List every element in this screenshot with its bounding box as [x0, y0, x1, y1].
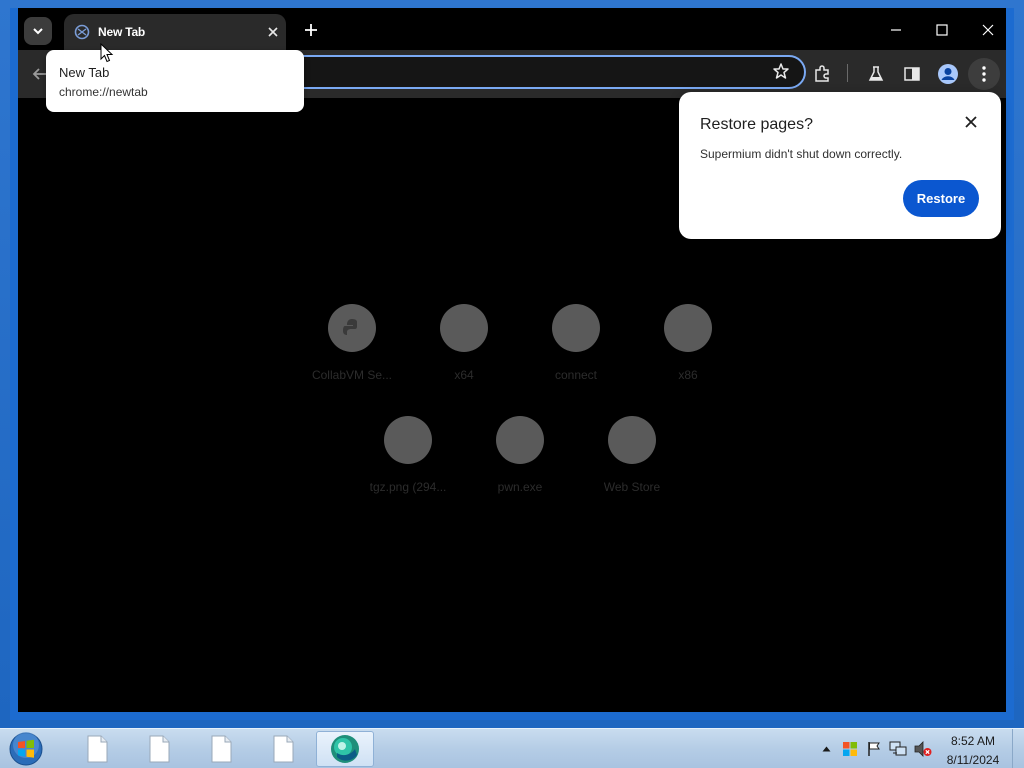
- shortcut-tile[interactable]: pwn.exe: [472, 416, 568, 512]
- profile-button[interactable]: [936, 62, 960, 86]
- toolbar-separator: [847, 64, 848, 82]
- tab-search-button[interactable]: [24, 17, 52, 45]
- tab-new-tab[interactable]: New Tab: [64, 14, 286, 50]
- minimize-button[interactable]: [878, 16, 914, 44]
- generic-site-icon: [496, 416, 544, 464]
- generic-site-icon: [608, 416, 656, 464]
- windows-start-orb-icon: [9, 732, 43, 766]
- clock-date: 8/11/2024: [946, 753, 1000, 767]
- maximize-icon: [936, 24, 948, 36]
- volume-muted-icon: [914, 741, 932, 757]
- dialog-close-button[interactable]: [961, 112, 981, 132]
- file-icon: [87, 735, 108, 763]
- file-icon: [273, 735, 294, 763]
- hover-card-title: New Tab: [59, 65, 110, 80]
- taskbar: 8:52 AM 8/11/2024: [0, 728, 1024, 768]
- labs-flask-icon: [868, 66, 884, 81]
- plus-icon: [305, 24, 317, 36]
- taskbar-item-file[interactable]: [192, 731, 250, 767]
- shortcut-tile[interactable]: x64: [416, 304, 512, 400]
- profile-icon: [938, 64, 958, 84]
- shortcut-label: x64: [454, 368, 474, 382]
- shortcut-label: x86: [678, 368, 698, 382]
- close-window-button[interactable]: [970, 16, 1006, 44]
- generic-site-icon: [664, 304, 712, 352]
- start-button[interactable]: [6, 730, 46, 768]
- extensions-icon: [815, 65, 829, 82]
- collabvm-icon: [328, 304, 376, 352]
- shortcut-tile[interactable]: tgz.png (294...: [360, 416, 456, 512]
- close-icon: [965, 116, 977, 128]
- shortcut-tile[interactable]: CollabVM Se...: [304, 304, 400, 400]
- restore-button[interactable]: Restore: [903, 180, 979, 217]
- clock-time: 8:52 AM: [950, 734, 996, 748]
- more-menu-icon: [982, 66, 986, 82]
- generic-site-icon: [384, 416, 432, 464]
- taskbar-item-supermium[interactable]: [316, 731, 374, 767]
- taskbar-item-file[interactable]: [130, 731, 188, 767]
- bookmark-star-icon: [773, 63, 789, 79]
- maximize-button[interactable]: [924, 16, 960, 44]
- generic-site-icon: [552, 304, 600, 352]
- supermium-icon: [331, 735, 359, 763]
- taskbar-item-file[interactable]: [254, 731, 312, 767]
- shortcut-tile[interactable]: Web Store: [584, 416, 680, 512]
- taskbar-item-file[interactable]: [68, 731, 126, 767]
- taskbar-clock[interactable]: 8:52 AM 8/11/2024: [940, 733, 1006, 768]
- generic-site-icon: [440, 304, 488, 352]
- file-icon: [149, 735, 170, 763]
- more-menu-button[interactable]: [968, 58, 1000, 90]
- mouse-cursor-icon: [100, 43, 114, 63]
- extensions-button[interactable]: [810, 62, 834, 86]
- shortcut-label: Web Store: [603, 480, 661, 494]
- show-hidden-icons-icon: [822, 746, 830, 752]
- show-desktop-button[interactable]: [1012, 729, 1024, 768]
- tab-close-button[interactable]: [264, 23, 282, 41]
- close-icon: [982, 24, 994, 36]
- new-tab-button[interactable]: [300, 19, 322, 41]
- shortcut-label: connect: [554, 368, 598, 382]
- shortcut-tile[interactable]: x86: [640, 304, 736, 400]
- shortcut-label: CollabVM Se...: [311, 368, 393, 382]
- side-panel-button[interactable]: [900, 62, 924, 86]
- dialog-message: Supermium didn't shut down correctly.: [700, 147, 903, 161]
- shortcut-label: pwn.exe: [497, 480, 543, 494]
- tray-action-center[interactable]: [864, 729, 884, 768]
- tray-network[interactable]: [888, 729, 908, 768]
- bookmark-button[interactable]: [772, 62, 792, 82]
- tab-hover-card: New Tab chrome://newtab: [46, 50, 304, 112]
- labs-button[interactable]: [864, 62, 888, 86]
- tab-strip: New Tab: [18, 8, 1006, 50]
- dialog-title: Restore pages?: [700, 116, 813, 133]
- show-hidden-icons-button[interactable]: [818, 729, 834, 768]
- supermium-icon: [74, 24, 90, 40]
- restore-pages-dialog: Restore pages? Supermium didn't shut dow…: [679, 92, 1001, 239]
- tab-title: New Tab: [98, 25, 146, 39]
- side-panel-icon: [904, 67, 920, 81]
- shortcut-tile[interactable]: connect: [528, 304, 624, 400]
- shortcut-label: tgz.png (294...: [369, 480, 447, 494]
- tray-windows-flag[interactable]: [840, 729, 860, 768]
- file-icon: [211, 735, 232, 763]
- network-icon: [889, 741, 907, 756]
- windows-flag-icon: [843, 742, 857, 756]
- hover-card-url: chrome://newtab: [59, 85, 148, 99]
- tray-volume[interactable]: [912, 729, 934, 768]
- chevron-down-icon: [33, 28, 43, 35]
- minimize-icon: [891, 29, 901, 31]
- close-icon: [268, 27, 278, 37]
- action-center-flag-icon: [868, 742, 880, 756]
